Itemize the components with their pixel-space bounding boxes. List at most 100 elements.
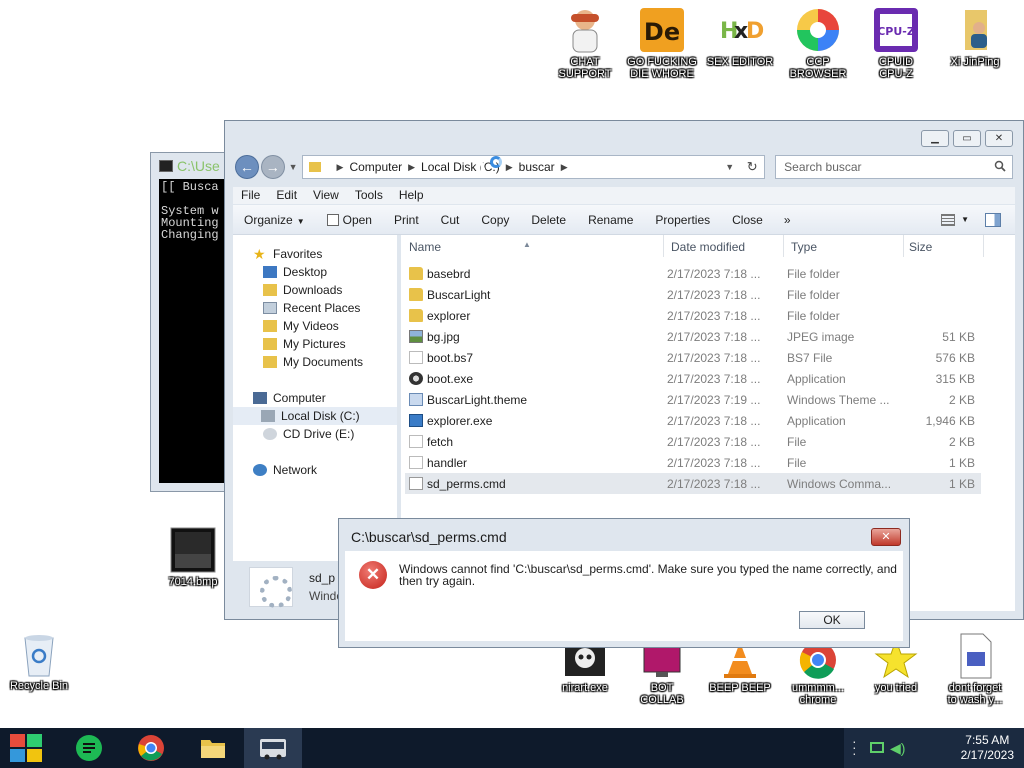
file-date: 2/17/2023 7:18 ... [667,435,761,449]
desktop-icon-label: BEEP BEEP [709,682,771,694]
address-bar[interactable]: ▶ Computer ▶ Local Disk (C:) ▶ buscar ▶ … [301,155,766,179]
taskbar-explorer[interactable] [184,728,242,768]
organize-button[interactable]: Organize ▼ [233,213,316,227]
forward-button[interactable]: → [260,155,285,179]
console-title: C:\Use [177,158,220,174]
network-status-icon[interactable] [870,742,884,753]
rename-button[interactable]: Rename [577,213,644,227]
desktop-icon-cpuz[interactable]: CPU-Z CPUID CPU-Z [856,6,936,80]
file-row[interactable]: fetch 2/17/2023 7:18 ... File 2 KB [405,431,981,452]
desktop-icon-chat-support[interactable]: CHAT SUPPORT [545,6,625,80]
system-clock[interactable]: 7:55 AM 2/17/2023 [961,733,1014,763]
address-dropdown[interactable]: ▼ [725,162,734,172]
file-row[interactable]: boot.exe 2/17/2023 7:18 ... Application 315… [405,368,981,389]
search-box[interactable]: Search buscar [775,155,1013,179]
nav-item-network[interactable]: Network [253,461,317,479]
menu-tools[interactable]: Tools [347,187,391,204]
close-file-button[interactable]: Close [721,213,774,227]
menu-view[interactable]: View [305,187,347,204]
refresh-icon[interactable]: ↻ [740,159,764,175]
nav-item-my-pictures[interactable]: My Pictures [263,335,346,353]
recent-locations-dropdown[interactable]: ▼ [289,162,298,172]
open-button[interactable]: Open [316,213,383,227]
desktop-icon-bmp[interactable]: 7014.bmp [153,526,233,588]
hard-disk-icon [261,410,275,422]
downloads-folder-icon [263,284,277,296]
chevron-right-icon[interactable]: ▶ [408,162,415,173]
nav-label: My Documents [283,355,364,369]
start-button[interactable] [10,734,42,762]
nav-item-desktop[interactable]: Desktop [263,263,327,281]
file-row-selected[interactable]: sd_perms.cmd 2/17/2023 7:18 ... Windows Co… [405,473,981,494]
overflow-icon[interactable]: · · · [852,734,857,760]
properties-button[interactable]: Properties [644,213,721,227]
desktop-icon-xi-jinping[interactable]: Xi JinPing [935,6,1015,68]
file-type: Windows Theme ... [787,393,890,407]
taskbar-console[interactable] [244,728,302,768]
file-row[interactable]: boot.bs7 2/17/2023 7:18 ... BS7 File 576 KB [405,347,981,368]
delete-button[interactable]: Delete [520,213,577,227]
chevron-right-icon[interactable]: ▶ [561,162,568,173]
column-name[interactable]: Name [409,240,441,254]
nav-item-downloads[interactable]: Downloads [263,281,342,299]
copy-button[interactable]: Copy [470,213,520,227]
chevron-down-icon[interactable]: ▼ [961,215,969,224]
ok-button[interactable]: OK [799,611,865,629]
file-row[interactable]: BuscarLight 2/17/2023 7:18 ... File folder [405,284,981,305]
nav-item-local-disk[interactable]: Local Disk (C:) [233,407,397,425]
nav-item-cd-drive[interactable]: CD Drive (E:) [263,425,354,443]
dialog-close-button[interactable]: ✕ [871,528,901,546]
error-dialog[interactable]: C:\buscar\sd_perms.cmd ✕ ✕ Windows canno… [338,518,910,648]
desktop-icon-recycle-bin[interactable]: Recycle Bin [0,630,79,692]
nav-item-my-documents[interactable]: My Documents [263,353,363,371]
open-label: Open [342,212,372,227]
column-date-modified[interactable]: Date modified [671,240,745,254]
column-size[interactable]: Size [909,240,932,254]
back-button[interactable]: ← [235,155,259,179]
menu-help[interactable]: Help [391,187,432,204]
menu-edit[interactable]: Edit [268,187,305,204]
volume-icon[interactable]: ◀) [890,740,905,757]
minimize-button[interactable]: ▁ [921,130,949,147]
window-controls: ▁ ▭ ✕ [921,130,1013,147]
column-type[interactable]: Type [791,240,817,254]
desktop-icon-ccp-browser[interactable]: CCP BROWSER [778,6,858,80]
view-options-icon[interactable] [941,213,956,226]
preview-pane-icon[interactable] [985,212,1001,227]
maximize-button[interactable]: ▭ [953,130,981,147]
file-row[interactable]: explorer 2/17/2023 7:18 ... File folder [405,305,981,326]
chevron-right-icon[interactable]: ▶ [337,162,344,173]
close-button[interactable]: ✕ [985,130,1013,147]
nav-item-favorites[interactable]: ★ Favorites [253,245,322,263]
desktop-icon-label: dont forget to wash y... [947,682,1003,706]
file-row[interactable]: handler 2/17/2023 7:18 ... File 1 KB [405,452,981,473]
print-button[interactable]: Print [383,213,430,227]
nav-item-computer[interactable]: Computer [253,389,326,407]
search-input[interactable]: Search buscar [784,160,861,174]
nav-item-my-videos[interactable]: My Videos [263,317,339,335]
cut-button[interactable]: Cut [430,213,471,227]
file-type: File folder [787,309,840,323]
desktop-icon-go-die[interactable]: De GO FUCKING DIE WHORE [622,6,702,80]
search-icon[interactable] [994,160,1006,172]
menu-file[interactable]: File [233,187,268,204]
breadcrumb-computer[interactable]: Computer [349,160,402,174]
folder-icon [409,309,423,322]
desktop-icon-sex-editor[interactable]: HxD SEX EDITOR [700,6,780,68]
taskbar-chrome[interactable] [122,728,180,768]
taskbar-notes-app[interactable] [60,728,118,768]
file-row[interactable]: basebrd 2/17/2023 7:18 ... File folder [405,263,981,284]
file-name: BuscarLight [427,288,491,302]
breadcrumb-buscar[interactable]: buscar [519,160,555,174]
nav-item-recent-places[interactable]: Recent Places [263,299,360,317]
file-row[interactable]: bg.jpg 2/17/2023 7:18 ... JPEG image 51 KB [405,326,981,347]
file-row[interactable]: BuscarLight.theme 2/17/2023 7:19 ... Windo… [405,389,981,410]
more-commands-button[interactable]: » [774,213,801,227]
file-name: boot.exe [427,372,474,386]
desktop-icon-wash[interactable]: dont forget to wash y... [935,632,1015,706]
theme-file-icon [409,393,423,406]
chevron-right-icon[interactable]: ▶ [506,162,513,173]
file-size: 315 KB [935,372,975,386]
file-type: File folder [787,267,840,281]
file-row[interactable]: explorer.exe 2/17/2023 7:18 ... Applicatio… [405,410,981,431]
